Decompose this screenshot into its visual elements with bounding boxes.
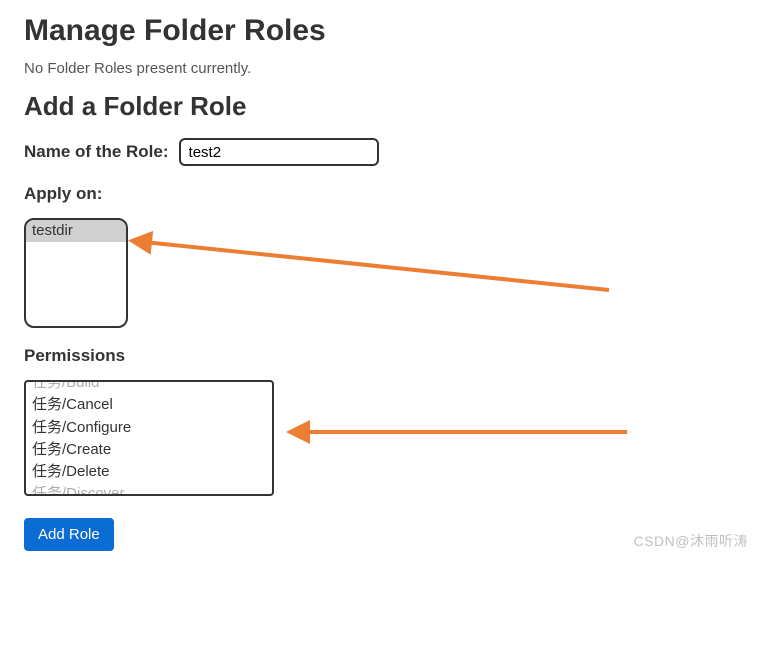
permission-option[interactable]: 任务/Discover	[26, 483, 272, 494]
role-name-input[interactable]	[179, 138, 379, 166]
permissions-label: Permissions	[24, 346, 748, 366]
apply-on-label: Apply on:	[24, 184, 748, 204]
permissions-select[interactable]: 任务/Build任务/Cancel任务/Configure任务/Create任务…	[24, 380, 274, 496]
apply-option[interactable]: testdir	[26, 220, 126, 242]
permission-option[interactable]: 任务/Delete	[26, 461, 272, 483]
watermark-text: CSDN@沐雨听涛	[634, 531, 748, 551]
apply-on-select[interactable]: testdir	[24, 218, 128, 328]
add-role-heading: Add a Folder Role	[24, 91, 748, 122]
annotation-arrow-icon	[124, 218, 624, 308]
permission-option[interactable]: 任务/Create	[26, 439, 272, 461]
permission-option[interactable]: 任务/Build	[26, 382, 272, 394]
permission-option[interactable]: 任务/Configure	[26, 417, 272, 439]
annotation-arrow-icon	[282, 408, 642, 468]
add-role-button[interactable]: Add Role	[24, 518, 114, 551]
permission-option[interactable]: 任务/Cancel	[26, 394, 272, 416]
page-title: Manage Folder Roles	[24, 14, 748, 48]
role-name-label: Name of the Role:	[24, 142, 169, 162]
empty-roles-message: No Folder Roles present currently.	[24, 60, 748, 77]
